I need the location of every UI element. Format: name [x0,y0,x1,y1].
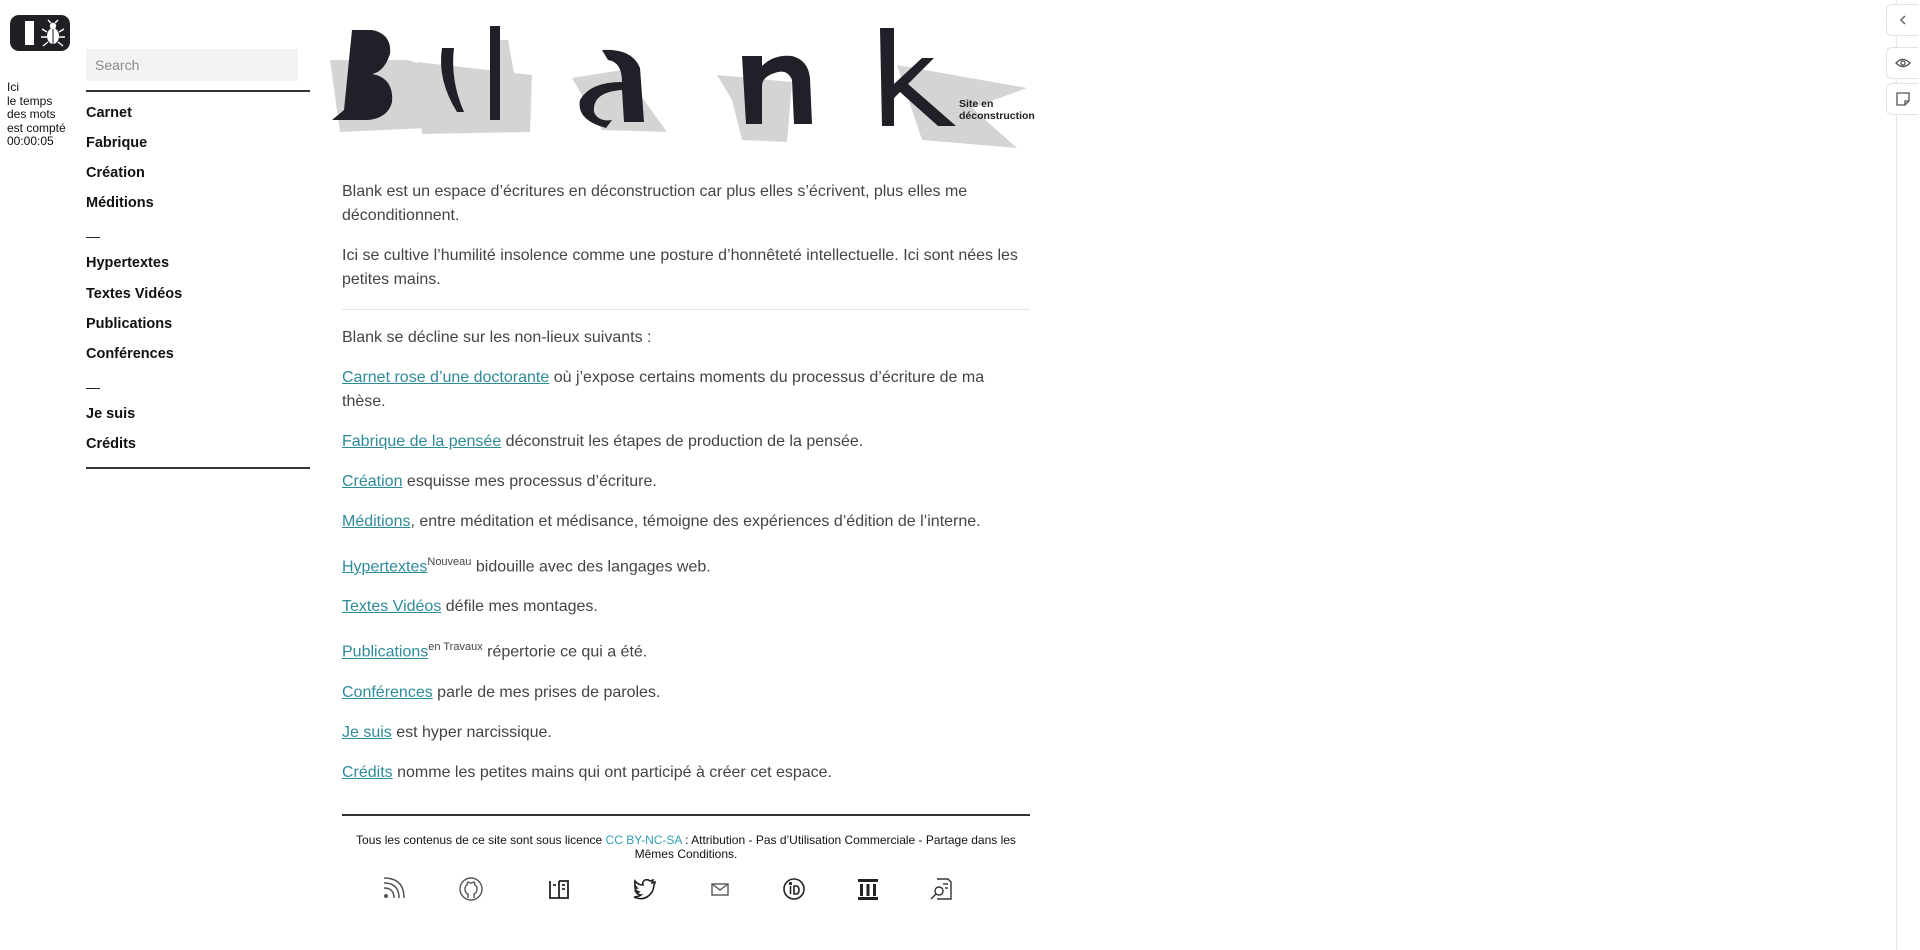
section-link[interactable]: Fabrique de la pensée [342,433,501,450]
section-link[interactable]: Création [342,473,402,490]
nav-top-rule [86,90,310,92]
license-suffix: : Attribution - Pas d’Utilisation Commer… [634,833,1016,861]
section-description: Crédits nomme les petites mains qui ont … [342,761,1030,785]
collapse-panel-button[interactable] [1886,4,1918,36]
section-text: est hyper narcissique. [391,723,552,741]
section-text: défile mes montages. [441,598,598,616]
timer-line: le temps [7,93,53,108]
nav-item-conferences[interactable]: Conférences [86,346,174,362]
side-panel [1896,0,1920,950]
license-prefix: Tous les contenus de ce site sont sous l… [356,833,606,847]
section-link[interactable]: Crédits [342,764,393,781]
section-description: Fabrique de la pensée déconstruit les ét… [342,430,1030,454]
intro-paragraph: Ici se cultive l’humilité insolence comm… [342,247,1018,288]
nav-item-je-suis[interactable]: Je suis [86,406,135,422]
view-button[interactable] [1886,47,1918,79]
content-divider [342,309,1030,310]
logo-bar [25,21,34,45]
rss-icon[interactable] [380,876,406,902]
book-icon[interactable] [546,876,572,902]
nav-item-fabrique[interactable]: Fabrique [86,135,147,151]
section-description: HypertextesNouveau bidouille avec des la… [342,550,1030,579]
timer-line: Ici [7,80,19,94]
site-logo[interactable] [10,15,70,51]
nav-item-credits[interactable]: Crédits [86,436,136,452]
search-input[interactable] [86,49,298,81]
section-link[interactable]: Conférences [342,684,433,701]
note-button[interactable] [1886,83,1918,115]
section-text: déconstruit les étapes de production de … [501,433,864,450]
section-text: parle de mes prises de paroles. [432,683,661,701]
sections-list: Blank se décline sur les non-lieux suiva… [342,326,1030,801]
section-description: Textes Vidéos défile mes montages. [342,595,1030,619]
nav-item-carnet[interactable]: Carnet [86,105,132,121]
section-badge: en Travaux [428,641,483,654]
institution-icon[interactable] [855,876,881,902]
intro-paragraph: Blank est un espace d’écritures en décon… [342,183,968,224]
section-text: esquisse mes processus d’écriture. [402,473,657,490]
section-text: répertorie ce qui a été. [482,643,648,661]
nav-item-meditions[interactable]: Méditions [86,195,154,211]
nav-bottom-rule [86,467,310,469]
footer-rule [342,814,1030,816]
section-description: Méditions, entre méditation et médisance… [342,510,1030,534]
nav-item-hypertextes[interactable]: Hypertextes [86,255,169,271]
note-icon [1895,92,1910,106]
timer-line: des mots [7,107,56,121]
chevron-left-icon [1899,15,1906,25]
section-badge: Nouveau [427,556,472,568]
timer-value: 00:00:05 [7,134,54,148]
bug-icon [41,19,65,47]
section-link[interactable]: Je suis [342,724,392,741]
nav-item-textes-videos[interactable]: Textes Vidéos [86,286,182,302]
site-tagline: Site en déconstruction [959,98,1035,122]
section-description: Je suis est hyper narcissique. [342,721,1030,745]
section-link[interactable]: Carnet rose d’une doctorante [342,369,549,386]
main-content: Blank est un espace d’écritures en décon… [342,180,1030,292]
section-description: Création esquisse mes processus d’écritu… [342,470,1030,494]
github-icon[interactable] [458,876,484,902]
section-text: nomme les petites mains qui ont particip… [392,763,833,781]
timer-line: est compté [7,120,66,135]
section-text: bidouille avec des langages web. [471,558,711,576]
tagline-line: Site en [959,98,994,110]
document-search-icon[interactable] [928,876,954,902]
section-description: Publicationsen Travaux répertorie ce qui… [342,635,1030,664]
tagline-line: déconstruction [959,110,1035,122]
orcid-icon[interactable] [781,876,807,902]
license-notice: Tous les contenus de ce site sont sous l… [342,833,1030,861]
section-link[interactable]: Publications [342,644,428,661]
section-link[interactable]: Hypertextes [342,558,427,575]
list-intro: Blank se décline sur les non-lieux suiva… [342,329,652,346]
eye-icon [1894,58,1911,68]
section-description: Conférences parle de mes prises de parol… [342,681,1030,705]
sections-container: Carnet rose d’une doctorante où j’expose… [342,366,1030,785]
nav-item-publications[interactable]: Publications [86,316,172,332]
section-link[interactable]: Méditions [342,513,410,530]
nav-separator: — [86,379,100,395]
section-description: Carnet rose d’une doctorante où j’expose… [342,366,1030,414]
nav-item-creation[interactable]: Création [86,165,145,181]
word-timer: Ici le temps des mots est compté 00:00:0… [7,80,73,149]
site-title-banner [330,26,1027,148]
license-link[interactable]: CC BY-NC-SA [606,833,682,847]
twitter-icon[interactable] [632,876,658,902]
mail-icon[interactable] [707,876,733,902]
section-text: , entre méditation et médisance, témoign… [410,513,981,530]
nav-separator: — [86,228,100,244]
section-link[interactable]: Textes Vidéos [342,598,441,615]
